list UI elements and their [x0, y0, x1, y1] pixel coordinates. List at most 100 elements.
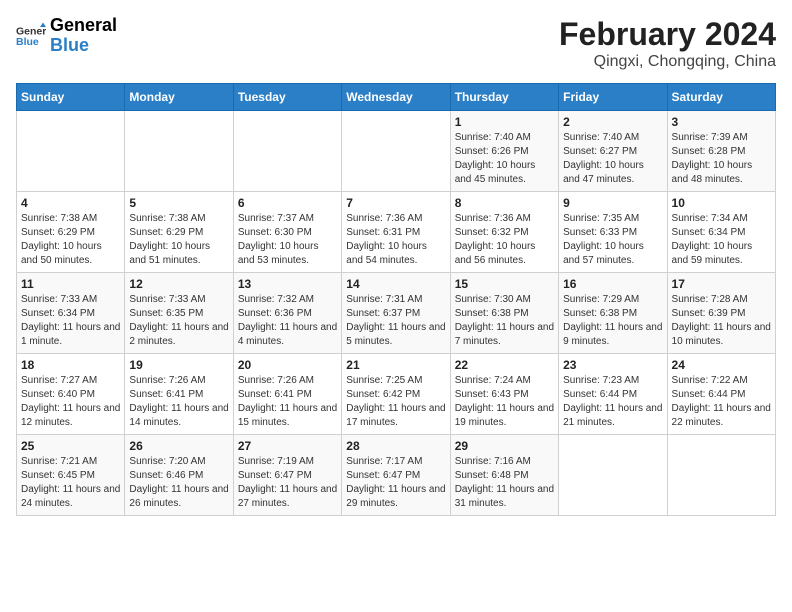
day-info: Sunrise: 7:19 AMSunset: 6:47 PMDaylight:… — [238, 455, 337, 511]
calendar-cell: 1 Sunrise: 7:40 AMSunset: 6:26 PMDaylight… — [450, 111, 558, 192]
calendar-cell: 5 Sunrise: 7:38 AMSunset: 6:29 PMDaylight… — [125, 192, 233, 273]
day-number: 24 — [672, 358, 771, 372]
day-number: 14 — [346, 277, 445, 291]
calendar-cell: 13 Sunrise: 7:32 AMSunset: 6:36 PMDayligh… — [233, 273, 341, 354]
day-number: 1 — [455, 115, 554, 129]
day-number: 13 — [238, 277, 337, 291]
day-number: 11 — [21, 277, 120, 291]
weekday-header-tuesday: Tuesday — [233, 84, 341, 111]
day-info: Sunrise: 7:28 AMSunset: 6:39 PMDaylight:… — [672, 293, 771, 349]
day-number: 5 — [129, 196, 228, 210]
logo-icon: General Blue — [16, 21, 46, 51]
calendar-cell: 25Sunrise: 7:21 AMSunset: 6:45 PMDayligh… — [17, 435, 125, 516]
weekday-header-monday: Monday — [125, 84, 233, 111]
calendar-table: SundayMondayTuesdayWednesdayThursdayFrid… — [16, 83, 776, 516]
calendar-week-2: 4 Sunrise: 7:38 AMSunset: 6:29 PMDaylight… — [17, 192, 776, 273]
logo-text: General Blue — [50, 16, 117, 56]
day-info: Sunrise: 7:37 AMSunset: 6:30 PMDaylight:… — [238, 212, 337, 268]
day-number: 28 — [346, 439, 445, 453]
day-number: 9 — [563, 196, 662, 210]
day-number: 3 — [672, 115, 771, 129]
calendar-subtitle: Qingxi, Chongqing, China — [559, 53, 776, 71]
day-info: Sunrise: 7:16 AMSunset: 6:48 PMDaylight:… — [455, 455, 554, 511]
weekday-header-row: SundayMondayTuesdayWednesdayThursdayFrid… — [17, 84, 776, 111]
day-info: Sunrise: 7:21 AMSunset: 6:45 PMDaylight:… — [21, 455, 120, 511]
weekday-header-sunday: Sunday — [17, 84, 125, 111]
day-info: Sunrise: 7:26 AMSunset: 6:41 PMDaylight:… — [129, 374, 228, 430]
calendar-week-5: 25Sunrise: 7:21 AMSunset: 6:45 PMDayligh… — [17, 435, 776, 516]
calendar-cell — [125, 111, 233, 192]
calendar-cell — [342, 111, 450, 192]
calendar-title: February 2024 — [559, 16, 776, 53]
day-number: 23 — [563, 358, 662, 372]
day-info: Sunrise: 7:33 AMSunset: 6:34 PMDaylight:… — [21, 293, 120, 349]
calendar-week-1: 1 Sunrise: 7:40 AMSunset: 6:26 PMDaylight… — [17, 111, 776, 192]
day-info: Sunrise: 7:33 AMSunset: 6:35 PMDaylight:… — [129, 293, 228, 349]
day-info: Sunrise: 7:40 AMSunset: 6:27 PMDaylight:… — [563, 131, 662, 187]
calendar-cell: 16 Sunrise: 7:29 AMSunset: 6:38 PMDayligh… — [559, 273, 667, 354]
day-info: Sunrise: 7:26 AMSunset: 6:41 PMDaylight:… — [238, 374, 337, 430]
day-info: Sunrise: 7:27 AMSunset: 6:40 PMDaylight:… — [21, 374, 120, 430]
calendar-header: SundayMondayTuesdayWednesdayThursdayFrid… — [17, 84, 776, 111]
calendar-body: 1 Sunrise: 7:40 AMSunset: 6:26 PMDaylight… — [17, 111, 776, 516]
calendar-cell: 2Sunrise: 7:40 AMSunset: 6:27 PMDaylight… — [559, 111, 667, 192]
day-number: 12 — [129, 277, 228, 291]
calendar-cell — [17, 111, 125, 192]
day-info: Sunrise: 7:24 AMSunset: 6:43 PMDaylight:… — [455, 374, 554, 430]
calendar-cell: 23Sunrise: 7:23 AMSunset: 6:44 PMDayligh… — [559, 354, 667, 435]
day-info: Sunrise: 7:36 AMSunset: 6:32 PMDaylight:… — [455, 212, 554, 268]
logo-blue: Blue — [50, 36, 117, 56]
calendar-cell: 9Sunrise: 7:35 AMSunset: 6:33 PMDaylight… — [559, 192, 667, 273]
calendar-cell: 17 Sunrise: 7:28 AMSunset: 6:39 PMDayligh… — [667, 273, 775, 354]
day-number: 22 — [455, 358, 554, 372]
calendar-week-3: 11 Sunrise: 7:33 AMSunset: 6:34 PMDayligh… — [17, 273, 776, 354]
day-number: 20 — [238, 358, 337, 372]
day-number: 15 — [455, 277, 554, 291]
day-number: 19 — [129, 358, 228, 372]
calendar-cell: 14 Sunrise: 7:31 AMSunset: 6:37 PMDayligh… — [342, 273, 450, 354]
day-info: Sunrise: 7:36 AMSunset: 6:31 PMDaylight:… — [346, 212, 445, 268]
day-number: 17 — [672, 277, 771, 291]
calendar-cell: 29 Sunrise: 7:16 AMSunset: 6:48 PMDayligh… — [450, 435, 558, 516]
title-block: February 2024 Qingxi, Chongqing, China — [559, 16, 776, 71]
svg-text:Blue: Blue — [16, 36, 39, 48]
day-number: 16 — [563, 277, 662, 291]
day-info: Sunrise: 7:20 AMSunset: 6:46 PMDaylight:… — [129, 455, 228, 511]
calendar-cell: 3 Sunrise: 7:39 AMSunset: 6:28 PMDaylight… — [667, 111, 775, 192]
calendar-cell: 26Sunrise: 7:20 AMSunset: 6:46 PMDayligh… — [125, 435, 233, 516]
calendar-cell: 12 Sunrise: 7:33 AMSunset: 6:35 PMDayligh… — [125, 273, 233, 354]
day-info: Sunrise: 7:38 AMSunset: 6:29 PMDaylight:… — [21, 212, 120, 268]
calendar-cell — [559, 435, 667, 516]
day-info: Sunrise: 7:31 AMSunset: 6:37 PMDaylight:… — [346, 293, 445, 349]
calendar-cell: 7 Sunrise: 7:36 AMSunset: 6:31 PMDaylight… — [342, 192, 450, 273]
day-number: 21 — [346, 358, 445, 372]
day-info: Sunrise: 7:34 AMSunset: 6:34 PMDaylight:… — [672, 212, 771, 268]
day-number: 29 — [455, 439, 554, 453]
day-number: 6 — [238, 196, 337, 210]
weekday-header-friday: Friday — [559, 84, 667, 111]
calendar-cell: 19 Sunrise: 7:26 AMSunset: 6:41 PMDayligh… — [125, 354, 233, 435]
day-info: Sunrise: 7:17 AMSunset: 6:47 PMDaylight:… — [346, 455, 445, 511]
calendar-cell: 8Sunrise: 7:36 AMSunset: 6:32 PMDaylight… — [450, 192, 558, 273]
day-info: Sunrise: 7:38 AMSunset: 6:29 PMDaylight:… — [129, 212, 228, 268]
calendar-cell: 6 Sunrise: 7:37 AMSunset: 6:30 PMDaylight… — [233, 192, 341, 273]
day-info: Sunrise: 7:29 AMSunset: 6:38 PMDaylight:… — [563, 293, 662, 349]
calendar-cell — [667, 435, 775, 516]
day-number: 4 — [21, 196, 120, 210]
calendar-cell: 21 Sunrise: 7:25 AMSunset: 6:42 PMDayligh… — [342, 354, 450, 435]
calendar-week-4: 18Sunrise: 7:27 AMSunset: 6:40 PMDayligh… — [17, 354, 776, 435]
logo: General Blue General Blue — [16, 16, 117, 56]
calendar-cell: 28 Sunrise: 7:17 AMSunset: 6:47 PMDayligh… — [342, 435, 450, 516]
page-header: General Blue General Blue February 2024 … — [16, 16, 776, 71]
day-info: Sunrise: 7:40 AMSunset: 6:26 PMDaylight:… — [455, 131, 554, 187]
calendar-cell: 27Sunrise: 7:19 AMSunset: 6:47 PMDayligh… — [233, 435, 341, 516]
day-number: 7 — [346, 196, 445, 210]
day-info: Sunrise: 7:39 AMSunset: 6:28 PMDaylight:… — [672, 131, 771, 187]
day-info: Sunrise: 7:25 AMSunset: 6:42 PMDaylight:… — [346, 374, 445, 430]
calendar-cell: 20 Sunrise: 7:26 AMSunset: 6:41 PMDayligh… — [233, 354, 341, 435]
calendar-cell: 11 Sunrise: 7:33 AMSunset: 6:34 PMDayligh… — [17, 273, 125, 354]
calendar-cell: 18Sunrise: 7:27 AMSunset: 6:40 PMDayligh… — [17, 354, 125, 435]
calendar-cell: 10Sunrise: 7:34 AMSunset: 6:34 PMDayligh… — [667, 192, 775, 273]
day-info: Sunrise: 7:32 AMSunset: 6:36 PMDaylight:… — [238, 293, 337, 349]
weekday-header-saturday: Saturday — [667, 84, 775, 111]
